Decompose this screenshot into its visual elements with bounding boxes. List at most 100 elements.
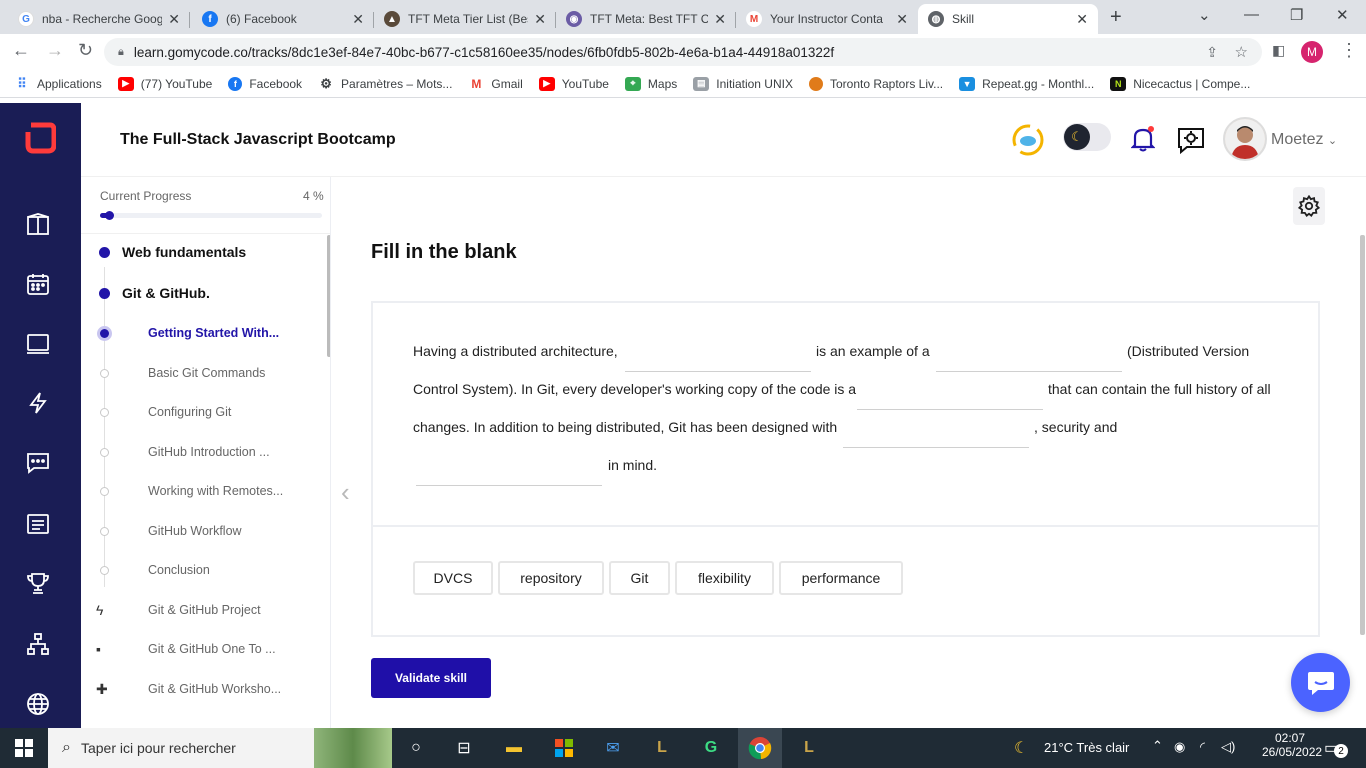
weather-text[interactable]: 21°C Très clair: [1044, 740, 1129, 755]
url-field[interactable]: 🔒︎ learn.gomycode.co/tracks/8dc1e3ef-84e…: [104, 38, 1262, 66]
close-icon[interactable]: ✕: [896, 11, 908, 28]
chat-icon[interactable]: [25, 450, 51, 476]
game-launcher-icon[interactable]: G: [699, 736, 723, 760]
sidebar-item[interactable]: ▪ Git & GitHub One To ...: [81, 634, 321, 664]
gomycode-logo[interactable]: [25, 121, 57, 154]
bookmark-repeat[interactable]: ▼ Repeat.gg - Monthl...: [959, 76, 1094, 91]
windows-start-icon[interactable]: [12, 736, 36, 760]
blank-slot-3[interactable]: [857, 409, 1043, 410]
calendar-icon[interactable]: [25, 271, 51, 297]
gear-icon: ⚙: [320, 75, 332, 91]
bell-icon[interactable]: [1130, 125, 1156, 153]
bookmark-youtube[interactable]: ▶ YouTube: [538, 76, 609, 91]
profile-avatar[interactable]: M: [1301, 41, 1323, 63]
chrome-taskbar-active[interactable]: [738, 728, 782, 768]
tab-4[interactable]: M Your Instructor Conta ✕: [736, 4, 918, 34]
file-explorer-icon[interactable]: ▬: [502, 736, 526, 760]
main-scrollbar[interactable]: [1360, 235, 1365, 635]
restore-icon[interactable]: ❐: [1290, 6, 1303, 24]
blank-slot-4[interactable]: [843, 447, 1029, 448]
option-chip-flexibility[interactable]: flexibility: [675, 561, 774, 595]
tray-chevron-icon[interactable]: ⌃: [1152, 738, 1163, 754]
close-icon[interactable]: ✕: [168, 11, 180, 28]
sidebar-item[interactable]: ϟ Git & GitHub Project: [81, 595, 321, 625]
dark-mode-toggle[interactable]: ☾: [1063, 123, 1111, 151]
blank-slot-2[interactable]: [936, 371, 1122, 372]
bookmark-raptors[interactable]: Toronto Raptors Liv...: [808, 76, 943, 91]
tab-1[interactable]: f (6) Facebook ✕: [192, 4, 374, 34]
validate-skill-button[interactable]: Validate skill: [371, 658, 491, 698]
back-icon[interactable]: ←: [12, 40, 30, 61]
tab-0[interactable]: G nba - Recherche Goog ✕: [8, 4, 190, 34]
blank-slot-5[interactable]: [416, 485, 602, 486]
league-icon[interactable]: L: [797, 736, 821, 760]
sidebar-item[interactable]: Web fundamentals: [81, 237, 321, 267]
sidebar-item[interactable]: Getting Started With...: [81, 318, 321, 348]
sidebar-item[interactable]: ✚ Git & GitHub Worksho...: [81, 674, 321, 704]
option-chip-performance[interactable]: performance: [779, 561, 903, 595]
bookmark-youtube-77[interactable]: ▶ (77) YouTube: [117, 76, 212, 91]
avatar[interactable]: [1223, 117, 1267, 161]
task-view-circle-icon[interactable]: ○: [404, 736, 428, 760]
bookmark-unix[interactable]: ▤ Initiation UNIX: [693, 76, 793, 91]
bookmark-parametres[interactable]: ⚙ Paramètres – Mots...: [318, 75, 452, 91]
close-icon[interactable]: ✕: [714, 11, 726, 28]
sidebar-item[interactable]: Configuring Git: [81, 397, 321, 427]
tab-2[interactable]: ▲ TFT Meta Tier List (Bes ✕: [374, 4, 556, 34]
option-chip-dvcs[interactable]: DVCS: [413, 561, 493, 595]
reload-icon[interactable]: ↻: [78, 40, 93, 61]
share-icon[interactable]: ⇪: [1206, 44, 1218, 61]
minimize-icon[interactable]: —: [1244, 6, 1259, 23]
tab-search-icon[interactable]: ⌄: [1198, 6, 1211, 24]
wifi-icon[interactable]: ◜: [1200, 739, 1205, 755]
league-client-icon[interactable]: L: [650, 736, 674, 760]
close-icon[interactable]: ✕: [534, 11, 546, 28]
blank-slot-1[interactable]: [625, 371, 811, 372]
bookmark-facebook[interactable]: f Facebook: [228, 76, 302, 91]
notification-center[interactable]: ▭ 2: [1324, 738, 1348, 758]
sidebar-item[interactable]: Basic Git Commands: [81, 358, 321, 388]
sidebar-item[interactable]: Git & GitHub.: [81, 278, 321, 308]
task-view-icon[interactable]: ⊟: [452, 736, 476, 760]
sidebar-item[interactable]: GitHub Introduction ...: [81, 437, 321, 467]
new-tab-button[interactable]: +: [1110, 6, 1122, 29]
bookmark-applications[interactable]: ⠿ Applications: [14, 76, 101, 91]
support-settings-icon[interactable]: [1175, 123, 1207, 155]
sidebar-item[interactable]: GitHub Workflow: [81, 516, 321, 546]
user-name[interactable]: Moetez ⌄: [1271, 131, 1337, 149]
bookmark-maps[interactable]: ⌖ Maps: [624, 76, 677, 91]
bookmark-nicecactus[interactable]: N Nicecactus | Compe...: [1110, 76, 1250, 91]
close-icon[interactable]: ✕: [1076, 11, 1088, 28]
star-icon[interactable]: ☆: [1235, 43, 1248, 61]
forward-icon[interactable]: →: [46, 40, 64, 61]
network-icon[interactable]: [25, 631, 51, 657]
store-icon[interactable]: [552, 736, 576, 760]
trophy-icon[interactable]: [25, 570, 51, 596]
library-icon[interactable]: [25, 211, 51, 237]
clock[interactable]: 02:07 26/05/2022: [1262, 731, 1322, 759]
side-panel-icon[interactable]: ◧: [1272, 42, 1285, 59]
previous-arrow-icon[interactable]: ‹: [341, 477, 350, 508]
settings-button[interactable]: [1293, 187, 1325, 225]
support-chat-button[interactable]: [1291, 653, 1350, 712]
laptop-icon[interactable]: [25, 331, 51, 357]
network-error-icon[interactable]: ◉: [1174, 739, 1185, 755]
document-icon[interactable]: [25, 511, 51, 537]
taskbar-search[interactable]: ⌕ Taper ici pour rechercher: [48, 728, 392, 768]
tab-3[interactable]: ◉ TFT Meta: Best TFT Co ✕: [556, 4, 736, 34]
close-icon[interactable]: ✕: [352, 11, 364, 28]
lightning-icon[interactable]: [25, 390, 51, 416]
mail-icon[interactable]: ✉: [601, 736, 625, 760]
volume-icon[interactable]: ◁): [1221, 739, 1235, 755]
sidebar-item[interactable]: Working with Remotes...: [81, 476, 321, 506]
option-chip-git[interactable]: Git: [609, 561, 670, 595]
sync-cloud-icon[interactable]: [1011, 123, 1045, 157]
sidebar-item-label: Configuring Git: [148, 405, 232, 419]
window-close-icon[interactable]: ✕: [1336, 6, 1349, 24]
globe-icon[interactable]: [25, 691, 51, 717]
tab-5-active[interactable]: ◍ Skill ✕: [918, 4, 1098, 34]
sidebar-item[interactable]: Conclusion: [81, 555, 321, 585]
menu-icon[interactable]: ⋮: [1340, 40, 1358, 61]
option-chip-repository[interactable]: repository: [498, 561, 604, 595]
bookmark-gmail[interactable]: M Gmail: [468, 77, 522, 91]
